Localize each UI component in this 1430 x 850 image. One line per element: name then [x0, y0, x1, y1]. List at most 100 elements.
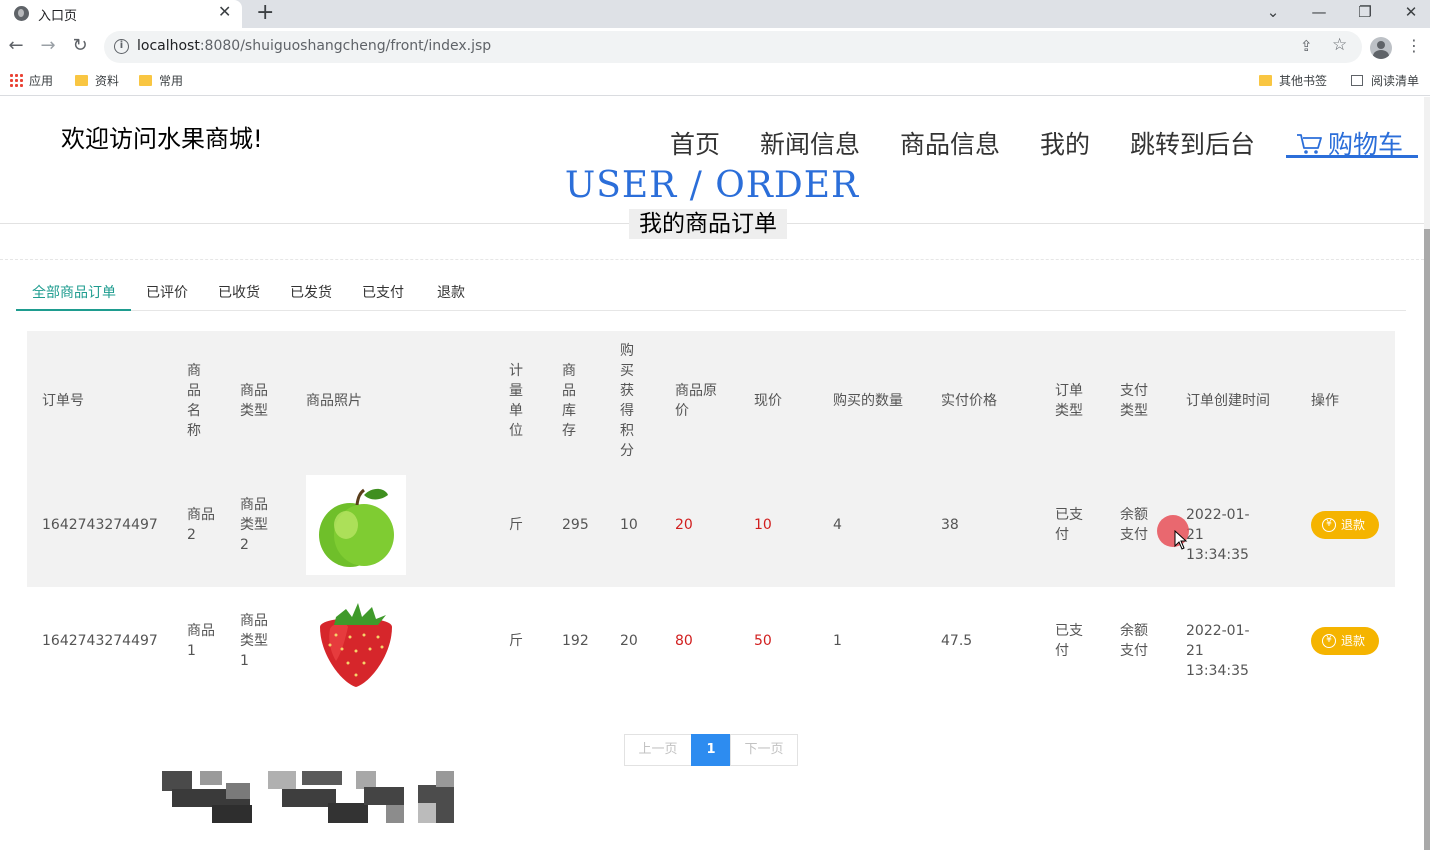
- nav-mine[interactable]: 我的: [1040, 125, 1090, 161]
- share-icon[interactable]: ⇪: [1300, 37, 1313, 55]
- refund-label: 退款: [1341, 634, 1366, 648]
- bookmark-label: 常用: [159, 74, 184, 88]
- header-original-price: 商品原价: [675, 383, 717, 419]
- tab-refund[interactable]: 退款: [437, 282, 465, 302]
- tab-shipped[interactable]: 已发货: [290, 282, 332, 302]
- yen-icon: ¥: [1322, 518, 1336, 532]
- header-created-time: 订单创建时间: [1186, 393, 1270, 409]
- tab-all-orders[interactable]: 全部商品订单: [32, 282, 116, 302]
- reload-icon[interactable]: ↻: [68, 34, 92, 58]
- created-time-cell: 2022-01-21 13:34:35: [1186, 623, 1250, 679]
- profile-avatar-icon[interactable]: [1370, 37, 1392, 59]
- close-tab-icon[interactable]: ✕: [218, 2, 231, 21]
- header-points: 购买获得积分: [620, 343, 634, 459]
- bookmark-star-icon[interactable]: ☆: [1332, 35, 1347, 55]
- page-scrollbar[interactable]: [1424, 97, 1430, 850]
- refund-button[interactable]: ¥ 退款: [1311, 511, 1379, 539]
- bookmark-other[interactable]: 其他书签: [1259, 72, 1327, 89]
- section-english-text: USER / ORDER: [564, 165, 860, 203]
- product-name-cell: 商品2: [187, 507, 215, 543]
- unit-cell: 斤: [509, 517, 523, 533]
- bookmark-label: 阅读清单: [1371, 74, 1420, 88]
- cart-icon: [1297, 134, 1322, 154]
- nav-home[interactable]: 首页: [670, 125, 720, 161]
- pay-type-cell: 余额支付: [1120, 623, 1148, 659]
- header-current-price: 现价: [754, 393, 782, 409]
- unit-cell: 斤: [509, 633, 523, 649]
- url-host: localhost: [137, 38, 200, 54]
- tab-received[interactable]: 已收货: [218, 282, 260, 302]
- close-window-button[interactable]: ✕: [1388, 0, 1430, 28]
- header-unit: 计量单位: [509, 363, 523, 439]
- header-product-name: 商品名称: [187, 363, 201, 439]
- browser-tab-title: 入口页: [38, 9, 78, 24]
- original-price-cell: 80: [675, 633, 693, 649]
- header-order-type: 订单类型: [1055, 383, 1083, 419]
- section-english-title: USER / ORDER: [0, 165, 1424, 203]
- refund-label: 退款: [1341, 518, 1366, 532]
- current-price-cell: 10: [754, 517, 772, 533]
- bookmark-reading-list[interactable]: 阅读清单: [1351, 72, 1419, 89]
- header-order-no: 订单号: [42, 393, 84, 409]
- scrollbar-thumb[interactable]: [1424, 229, 1430, 850]
- browser-tab-strip: 入口页 ✕ + ⌄ — ❐ ✕: [0, 0, 1430, 28]
- bookmark-apps[interactable]: 应用: [9, 72, 53, 89]
- mouse-cursor-icon: [1174, 530, 1188, 550]
- bookmark-folder[interactable]: 常用: [139, 72, 183, 89]
- stock-cell: 295: [562, 517, 589, 533]
- browser-tab[interactable]: 入口页 ✕: [0, 0, 242, 28]
- browser-menu-icon[interactable]: ⋮: [1406, 36, 1422, 55]
- section-divider: [0, 259, 1424, 260]
- nav-admin[interactable]: 跳转到后台: [1130, 125, 1255, 161]
- next-page-button[interactable]: 下一页: [730, 734, 798, 766]
- yen-icon: ¥: [1322, 634, 1336, 648]
- page-1-button[interactable]: 1: [691, 734, 731, 766]
- order-type-cell: 已支付: [1055, 507, 1083, 543]
- paid-price-cell: 47.5: [941, 633, 973, 649]
- address-bar[interactable]: i localhost:8080/shuiguoshangcheng/front…: [104, 31, 1362, 63]
- refund-button[interactable]: ¥ 退款: [1311, 627, 1379, 655]
- site-info-icon[interactable]: i: [114, 39, 129, 54]
- created-time-cell: 2022-01-21 13:34:35: [1186, 507, 1250, 563]
- forward-icon[interactable]: →: [36, 34, 60, 58]
- tab-paid[interactable]: 已支付: [362, 282, 404, 302]
- header-quantity: 购买的数量: [833, 393, 903, 409]
- folder-icon: [139, 75, 152, 86]
- restore-button[interactable]: ❐: [1342, 0, 1388, 28]
- points-cell: 20: [620, 633, 638, 649]
- prev-page-button[interactable]: 上一页: [624, 734, 692, 766]
- points-cell: 10: [620, 517, 638, 533]
- header-product-photo: 商品照片: [306, 393, 362, 409]
- apps-grid-icon: [9, 73, 23, 87]
- quantity-cell: 1: [833, 633, 842, 649]
- product-type-cell: 商品类型2: [240, 497, 268, 553]
- table-row: 1642743274497 商品2 商品类型2 斤 295 10 20 10 4…: [27, 475, 1395, 587]
- url-path: :8080/shuiguoshangcheng/front/index.jsp: [199, 38, 492, 54]
- header-product-type: 商品类型: [240, 383, 268, 419]
- minimize-button[interactable]: —: [1296, 0, 1342, 28]
- strawberry-image: [306, 595, 406, 695]
- globe-icon: [14, 6, 29, 21]
- bookmark-label: 资料: [95, 74, 120, 88]
- quantity-cell: 4: [833, 517, 842, 533]
- pay-type-cell: 余额支付: [1120, 507, 1148, 543]
- browser-toolbar: ← → ↻ i localhost:8080/shuiguoshangcheng…: [0, 28, 1430, 66]
- folder-icon: [1259, 75, 1272, 86]
- order-type-cell: 已支付: [1055, 623, 1083, 659]
- redacted-pixelated-region: [160, 769, 456, 825]
- header-stock: 商品库存: [562, 363, 576, 439]
- paid-price-cell: 38: [941, 517, 959, 533]
- header-pay-type: 支付类型: [1120, 383, 1148, 419]
- back-icon[interactable]: ←: [4, 34, 28, 58]
- nav-active-underline: [1286, 155, 1418, 158]
- bookmark-folder[interactable]: 资料: [75, 72, 119, 89]
- url-text: localhost:8080/shuiguoshangcheng/front/i…: [137, 38, 491, 54]
- nav-news[interactable]: 新闻信息: [760, 125, 860, 161]
- site-welcome-title: 欢迎访问水果商城!: [61, 125, 263, 153]
- nav-products[interactable]: 商品信息: [900, 125, 1000, 161]
- new-tab-button[interactable]: +: [256, 0, 274, 25]
- folder-icon: [75, 75, 88, 86]
- bookmarks-bar: 应用 资料 常用 其他书签 阅读清单: [0, 66, 1430, 96]
- tab-search-icon[interactable]: ⌄: [1250, 0, 1296, 28]
- tab-reviewed[interactable]: 已评价: [146, 282, 188, 302]
